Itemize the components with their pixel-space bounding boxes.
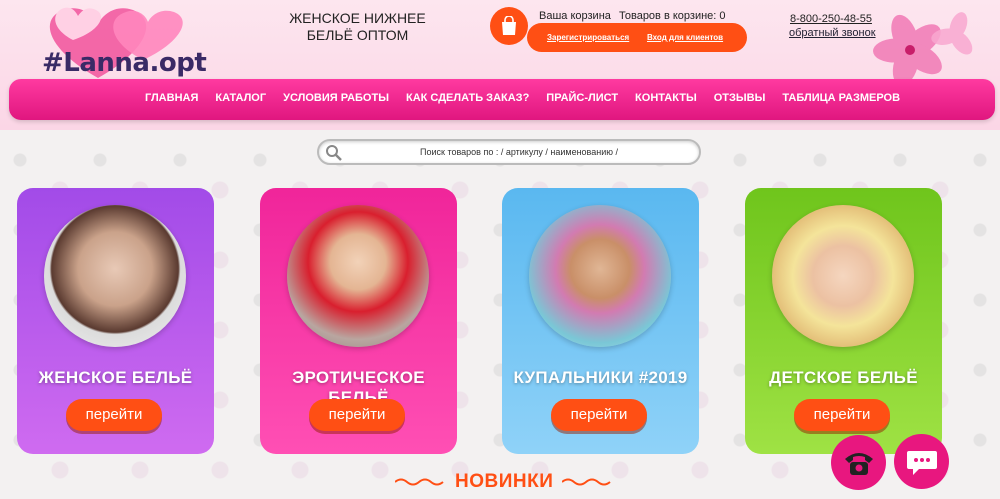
login-link[interactable]: Вход для клиентов — [647, 33, 723, 42]
category-card-erotic[interactable]: ЭРОТИЧЕСКОЕ БЕЛЬЁ перейти — [260, 188, 457, 454]
category-title: ЖЕНСКОЕ БЕЛЬЁ — [38, 368, 193, 387]
nav-item-home[interactable]: ГЛАВНАЯ — [145, 92, 198, 104]
tagline: ЖЕНСКОЕ НИЖНЕЕ БЕЛЬЁ ОПТОМ — [280, 10, 435, 44]
category-card-kids[interactable]: ДЕТСКОЕ БЕЛЬЁ перейти — [745, 188, 942, 454]
decor-squiggle-left — [395, 478, 444, 486]
cart-title: Ваша корзина — [539, 10, 611, 22]
category-card-women[interactable]: ЖЕНСКОЕ БЕЛЬЁ перейти — [17, 188, 214, 454]
go-button[interactable]: перейти — [794, 399, 890, 431]
category-title: КУПАЛЬНИКИ #2019 — [513, 368, 688, 387]
nav-item-size-chart[interactable]: ТАБЛИЦА РАЗМЕРОВ — [782, 92, 900, 104]
category-photo — [44, 205, 186, 347]
search-icon[interactable] — [325, 144, 343, 162]
flower-icon — [873, 12, 973, 86]
nav-item-how-to-order[interactable]: КАК СДЕЛАТЬ ЗАКАЗ? — [406, 92, 529, 104]
category-photo — [529, 205, 671, 347]
phone-icon — [844, 452, 873, 475]
nav-item-reviews[interactable]: ОТЗЫВЫ — [714, 92, 766, 104]
cart-icon — [502, 16, 516, 35]
nav-item-contacts[interactable]: КОНТАКТЫ — [635, 92, 697, 104]
go-button[interactable]: перейти — [551, 399, 647, 431]
cart-count: Товаров в корзине: 0 — [619, 10, 726, 22]
search-input[interactable] — [349, 144, 689, 160]
category-photo — [772, 205, 914, 347]
search-bar — [317, 139, 701, 165]
category-title: ДЕТСКОЕ БЕЛЬЁ — [769, 368, 918, 387]
category-photo — [287, 205, 429, 347]
go-button[interactable]: перейти — [309, 399, 405, 431]
logo[interactable]: #Lanna.opt — [28, 0, 208, 82]
decor-squiggle-right — [562, 478, 611, 486]
nav-item-terms[interactable]: УСЛОВИЯ РАБОТЫ — [283, 92, 389, 104]
call-button[interactable] — [831, 435, 886, 490]
chat-button[interactable] — [894, 434, 949, 489]
section-title: НОВИНКИ — [455, 471, 554, 492]
go-button[interactable]: перейти — [66, 399, 162, 431]
auth-panel: Зарегистрироваться Вход для клиентов — [527, 23, 747, 52]
header: #Lanna.opt ЖЕНСКОЕ НИЖНЕЕ БЕЛЬЁ ОПТОМ Ва… — [0, 0, 1000, 130]
main-nav: ГЛАВНАЯ КАТАЛОГ УСЛОВИЯ РАБОТЫ КАК СДЕЛА… — [9, 79, 995, 120]
cart-button[interactable] — [490, 7, 528, 45]
tagline-line-2: БЕЛЬЁ ОПТОМ — [306, 27, 409, 43]
register-link[interactable]: Зарегистрироваться — [547, 33, 629, 42]
category-card-swimwear[interactable]: КУПАЛЬНИКИ #2019 перейти — [502, 188, 699, 454]
nav-item-catalog[interactable]: КАТАЛОГ — [215, 92, 266, 104]
nav-item-price-list[interactable]: ПРАЙС-ЛИСТ — [546, 92, 618, 104]
tagline-line-1: ЖЕНСКОЕ НИЖНЕЕ — [289, 10, 426, 26]
logo-text: #Lanna.opt — [42, 48, 207, 78]
chat-icon — [906, 450, 937, 475]
